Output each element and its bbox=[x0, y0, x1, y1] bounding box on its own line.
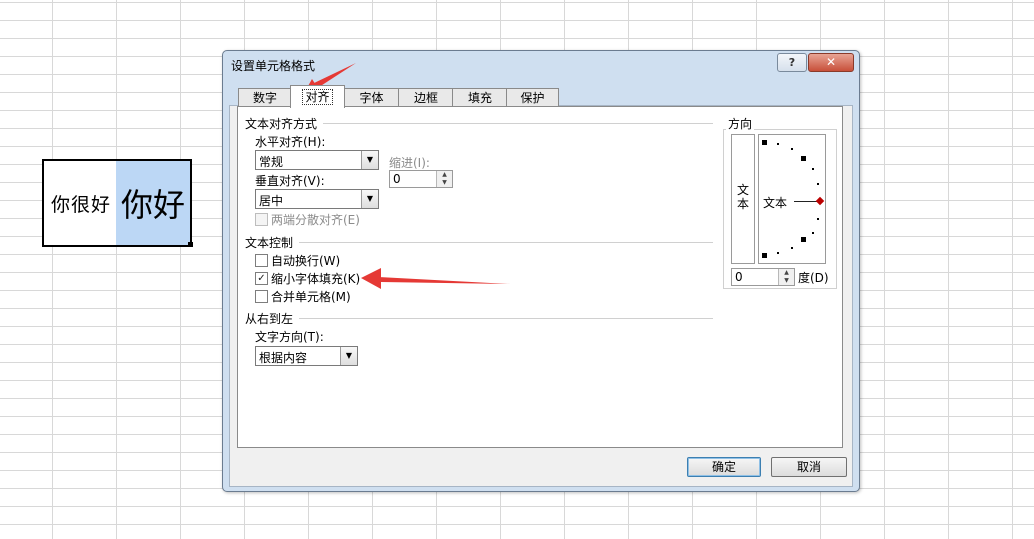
spinner-arrows-icon[interactable]: ▲ ▼ bbox=[436, 171, 452, 187]
orientation-title: 方向 bbox=[726, 115, 755, 132]
dial-dot bbox=[791, 148, 793, 150]
tab-alignment-label: 对齐 bbox=[302, 89, 333, 105]
cell-text-normal[interactable]: 你很好 bbox=[42, 159, 118, 247]
format-cells-dialog: 设置单元格格式 ? ✕ 数字 对齐 字体 边框 填充 保护 文本对齐方式 水平对… bbox=[222, 50, 860, 492]
horizontal-align-label: 水平对齐(H): bbox=[255, 135, 326, 149]
dropdown-arrow-icon[interactable]: ▼ bbox=[361, 151, 378, 169]
cell-left-text: 你很好 bbox=[50, 193, 111, 216]
text-control-title: 文本控制 bbox=[245, 236, 294, 250]
shrink-to-fit-label: 缩小字体填充(K) bbox=[271, 272, 361, 286]
close-button[interactable]: ✕ bbox=[808, 53, 854, 72]
vertical-align-label: 垂直对齐(V): bbox=[255, 174, 325, 188]
text-direction-select[interactable]: 根据内容 ▼ bbox=[255, 346, 358, 366]
dial-dot bbox=[791, 247, 793, 249]
dial-marker bbox=[762, 253, 767, 258]
vertical-text-label: 文本 bbox=[736, 183, 749, 211]
group-divider bbox=[299, 318, 713, 319]
dial-dot bbox=[777, 252, 779, 254]
cell-text-selected[interactable]: 你好 bbox=[116, 159, 192, 247]
tab-font[interactable]: 字体 bbox=[343, 88, 400, 107]
dial-dot bbox=[777, 143, 779, 145]
justify-distributed-label: 两端分散对齐(E) bbox=[271, 213, 360, 227]
dialog-title: 设置单元格格式 bbox=[231, 59, 316, 73]
dial-text-label: 文本 bbox=[763, 196, 788, 210]
dial-dot bbox=[817, 218, 819, 220]
text-alignment-title: 文本对齐方式 bbox=[245, 117, 318, 131]
text-direction-value: 根据内容 bbox=[259, 351, 308, 365]
dial-marker bbox=[801, 156, 806, 161]
indent-spinner[interactable]: 0 ▲ ▼ bbox=[389, 170, 453, 188]
dial-dot bbox=[817, 183, 819, 185]
cell-right-text: 你好 bbox=[120, 186, 185, 224]
group-divider bbox=[323, 123, 713, 124]
group-divider bbox=[299, 242, 713, 243]
merge-cells-checkbox[interactable] bbox=[255, 290, 268, 303]
horizontal-align-value: 常规 bbox=[259, 155, 284, 169]
dial-marker bbox=[801, 237, 806, 242]
merge-cells-label: 合并单元格(M) bbox=[271, 290, 351, 304]
help-button[interactable]: ? bbox=[777, 53, 807, 72]
degrees-label: 度(D) bbox=[798, 271, 829, 285]
dial-dot bbox=[812, 232, 814, 234]
tab-font-label: 字体 bbox=[359, 91, 384, 105]
indent-label: 缩进(I): bbox=[389, 156, 430, 170]
tab-protection-label: 保护 bbox=[520, 91, 545, 105]
tab-fill[interactable]: 填充 bbox=[452, 88, 508, 107]
dial-marker bbox=[762, 140, 767, 145]
tab-protection[interactable]: 保护 bbox=[506, 88, 559, 107]
indent-value: 0 bbox=[393, 172, 401, 186]
degrees-spinner[interactable]: 0 ▲ ▼ bbox=[731, 268, 795, 286]
wrap-text-checkbox[interactable] bbox=[255, 254, 268, 267]
fill-handle[interactable] bbox=[188, 242, 193, 247]
dropdown-arrow-icon[interactable]: ▼ bbox=[340, 347, 357, 365]
tab-number-label: 数字 bbox=[252, 91, 277, 105]
justify-distributed-checkbox[interactable] bbox=[255, 213, 268, 226]
tab-border-label: 边框 bbox=[413, 91, 438, 105]
dropdown-arrow-icon[interactable]: ▼ bbox=[361, 190, 378, 208]
degrees-value: 0 bbox=[735, 270, 743, 284]
checkmark-icon: ✓ bbox=[257, 273, 266, 284]
vertical-align-select[interactable]: 居中 ▼ bbox=[255, 189, 379, 209]
spinner-arrows-icon[interactable]: ▲ ▼ bbox=[778, 269, 794, 285]
tab-fill-label: 填充 bbox=[467, 91, 492, 105]
wrap-text-label: 自动换行(W) bbox=[271, 254, 341, 268]
vertical-align-value: 居中 bbox=[259, 194, 284, 208]
dial-dot bbox=[812, 168, 814, 170]
tab-number[interactable]: 数字 bbox=[238, 88, 292, 107]
cancel-button[interactable]: 取消 bbox=[771, 457, 847, 477]
rtl-title: 从右到左 bbox=[245, 312, 294, 326]
ok-button[interactable]: 确定 bbox=[687, 457, 761, 477]
tab-border[interactable]: 边框 bbox=[398, 88, 454, 107]
horizontal-align-select[interactable]: 常规 ▼ bbox=[255, 150, 379, 170]
text-direction-label: 文字方向(T): bbox=[255, 330, 324, 344]
tab-alignment[interactable]: 对齐 bbox=[290, 85, 345, 108]
shrink-to-fit-checkbox[interactable]: ✓ bbox=[255, 272, 268, 285]
